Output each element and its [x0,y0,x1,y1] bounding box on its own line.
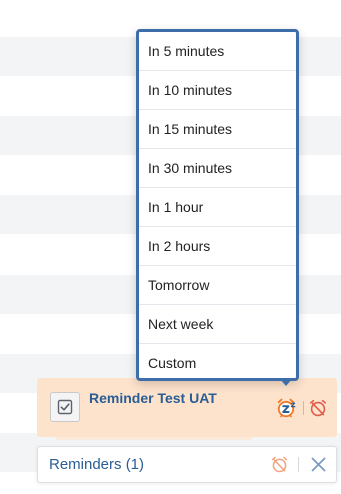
close-icon [310,456,327,473]
snooze-option-tomorrow[interactable]: Tomorrow [139,266,296,305]
snooze-menu: In 5 minutes In 10 minutes In 15 minutes… [136,29,299,386]
checkbox-icon [57,399,73,415]
dismiss-reminder-button[interactable] [308,398,328,418]
complete-reminder-button[interactable] [50,392,80,422]
snooze-option-30-minutes[interactable]: In 30 minutes [139,149,296,188]
snooze-option-10-minutes[interactable]: In 10 minutes [139,71,296,110]
snooze-option-custom[interactable]: Custom [139,344,296,383]
alarm-off-icon [308,398,328,418]
reminder-card: Reminder Test UAT [37,378,337,437]
snooze-button[interactable] [276,397,298,419]
card-divider [303,401,304,415]
bar-divider [298,457,299,472]
snooze-option-1-hour[interactable]: In 1 hour [139,188,296,227]
reminders-bar: Reminders (1) [37,446,337,483]
close-reminders-button[interactable] [310,456,327,473]
snooze-option-2-hours[interactable]: In 2 hours [139,227,296,266]
reminders-count-title[interactable]: Reminders (1) [49,456,144,473]
alarm-off-icon [270,455,289,474]
snooze-option-5-minutes[interactable]: In 5 minutes [139,32,296,71]
reminder-title[interactable]: Reminder Test UAT [89,390,217,406]
alarm-snooze-icon [276,397,298,419]
reminders-page: In 5 minutes In 10 minutes In 15 minutes… [0,0,341,494]
dismiss-all-button[interactable] [270,455,289,474]
snooze-option-15-minutes[interactable]: In 15 minutes [139,110,296,149]
snooze-option-next-week[interactable]: Next week [139,305,296,344]
